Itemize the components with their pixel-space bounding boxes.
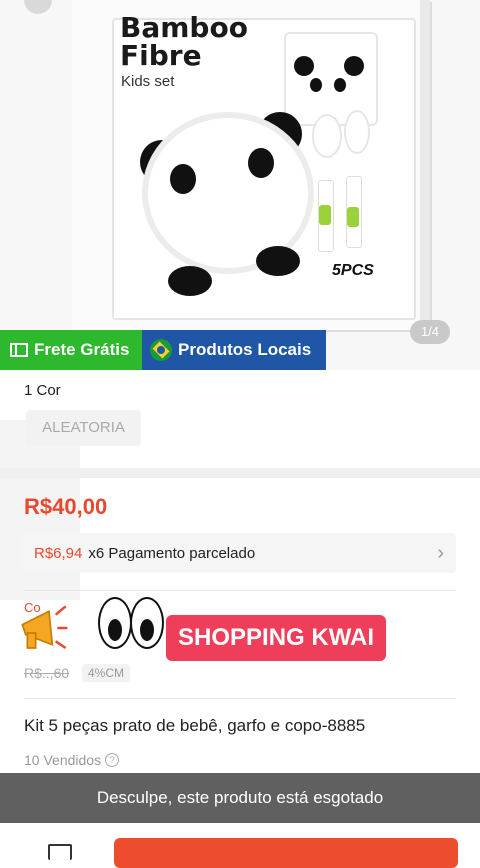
handle-accent	[347, 207, 359, 227]
image-counter: 1/4	[410, 320, 450, 344]
sold-count: 10 Vendidos ?	[24, 752, 120, 768]
bowl-panda-eye	[248, 148, 274, 178]
installments-row[interactable]: R$6,94 x6 Pagamento parcelado ›	[22, 533, 456, 573]
divider	[24, 698, 456, 699]
spoon	[312, 114, 342, 158]
brazil-flag-icon	[150, 339, 172, 361]
bowl-panda-eye	[170, 164, 196, 194]
cup-panda-ear	[344, 56, 364, 76]
megaphone-icon	[21, 605, 68, 650]
buy-button[interactable]	[114, 838, 458, 868]
panda-cup	[284, 32, 378, 126]
spoon-handle	[318, 180, 334, 252]
product-image[interactable]: Bamboo Fibre Kids set 5PCS 1/4	[0, 0, 480, 370]
sold-out-notice: Desculpe, este produto está esgotado	[0, 773, 480, 823]
cup-panda-eye	[334, 78, 346, 92]
section-divider	[0, 468, 480, 478]
brand-subtitle: Kids set	[121, 73, 175, 90]
handle-accent	[319, 205, 331, 225]
product-title: Kit 5 peças prato de bebê, garfo e copo-…	[24, 716, 366, 735]
installment-text: x6 Pagamento parcelado	[88, 544, 256, 562]
shipping-icon	[10, 343, 28, 357]
variant-title: 1 Cor	[24, 382, 61, 399]
local-products-badge: Produtos Locais	[142, 330, 326, 370]
back-button[interactable]	[24, 0, 52, 14]
brand-title: Bamboo Fibre	[120, 11, 248, 72]
eye-icon	[98, 597, 132, 649]
free-shipping-badge: Frete Grátis	[0, 330, 142, 370]
chevron-right-icon: ›	[437, 541, 444, 564]
cup-panda-ear	[294, 56, 314, 76]
sold-count-label: 10 Vendidos	[24, 752, 102, 768]
help-icon[interactable]: ?	[105, 753, 120, 767]
local-products-label: Produtos Locais	[178, 340, 312, 359]
eye-icon	[130, 597, 164, 649]
bowl-panda-foot	[168, 266, 212, 296]
variant-option[interactable]: ALEATORIA	[26, 410, 141, 446]
bowl-panda-foot	[256, 246, 300, 276]
store-icon[interactable]	[48, 844, 72, 860]
current-price: R$40,00	[24, 494, 108, 519]
cup-panda-eye	[310, 78, 322, 92]
free-shipping-label: Frete Grátis	[34, 340, 130, 359]
pieces-label: 5PCS	[332, 262, 374, 279]
shopping-kwai-label: SHOPPING KWAI	[166, 615, 387, 661]
fork-handle	[346, 176, 362, 248]
installment-value: R$6,94	[34, 544, 83, 562]
fork	[344, 110, 370, 154]
shopping-kwai-overlay: SHOPPING KWAI	[14, 585, 414, 675]
